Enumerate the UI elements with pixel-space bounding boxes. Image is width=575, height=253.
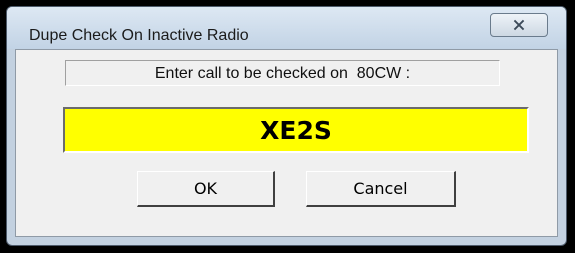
call-input[interactable]	[63, 107, 529, 153]
ok-button[interactable]: OK	[137, 171, 275, 207]
window-title: Dupe Check On Inactive Radio	[29, 27, 249, 44]
prompt-label: Enter call to be checked on 80CW :	[154, 65, 411, 82]
close-button[interactable]	[490, 13, 548, 37]
dupe-check-dialog: Dupe Check On Inactive Radio Enter call …	[6, 6, 567, 246]
dialog-body: Enter call to be checked on 80CW : OK Ca…	[15, 49, 558, 237]
close-icon	[513, 19, 525, 31]
prompt-panel: Enter call to be checked on 80CW :	[65, 60, 500, 86]
title-bar[interactable]: Dupe Check On Inactive Radio	[7, 7, 566, 49]
cancel-button[interactable]: Cancel	[306, 171, 456, 207]
